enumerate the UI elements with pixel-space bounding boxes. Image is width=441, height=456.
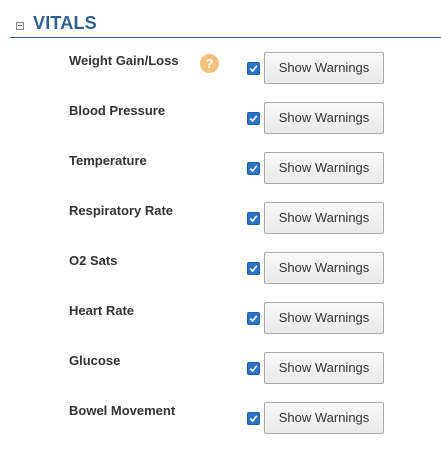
checkmark-icon (249, 115, 258, 123)
vital-label: O2 Sats (69, 253, 118, 268)
show-warnings-button[interactable]: Show Warnings (264, 152, 384, 184)
vitals-section-header: VITALS (10, 8, 441, 38)
show-warnings-button[interactable]: Show Warnings (264, 102, 384, 134)
show-warnings-button[interactable]: Show Warnings (264, 402, 384, 434)
checkmark-icon (249, 265, 258, 273)
vital-row-glucose: Glucose Show Warnings (0, 351, 441, 389)
vital-label: Blood Pressure (69, 103, 166, 118)
show-warnings-checkbox[interactable] (247, 412, 260, 425)
checkmark-icon (249, 165, 258, 173)
show-warnings-checkbox[interactable] (247, 112, 260, 125)
show-warnings-button[interactable]: Show Warnings (264, 352, 384, 384)
vital-label: Respiratory Rate (69, 203, 174, 218)
section-title: VITALS (33, 13, 97, 33)
vital-label: Heart Rate (69, 303, 135, 318)
checkmark-icon (249, 415, 258, 423)
checkmark-icon (249, 365, 258, 373)
show-warnings-button[interactable]: Show Warnings (264, 302, 384, 334)
show-warnings-checkbox[interactable] (247, 362, 260, 375)
vital-label: Bowel Movement (69, 403, 176, 418)
checkmark-icon (249, 315, 258, 323)
vital-row-temperature: Temperature Show Warnings (0, 151, 441, 189)
vital-row-o2-sats: O2 Sats Show Warnings (0, 251, 441, 289)
vital-row-blood-pressure: Blood Pressure Show Warnings (0, 101, 441, 139)
vital-row-heart-rate: Heart Rate Show Warnings (0, 301, 441, 339)
show-warnings-checkbox[interactable] (247, 62, 260, 75)
show-warnings-checkbox[interactable] (247, 312, 260, 325)
help-question-icon[interactable]: ? (200, 54, 219, 73)
vital-label: Weight Gain/Loss (69, 53, 179, 68)
collapse-minus-icon[interactable] (16, 22, 24, 30)
show-warnings-checkbox[interactable] (247, 262, 260, 275)
show-warnings-button[interactable]: Show Warnings (264, 252, 384, 284)
show-warnings-button[interactable]: Show Warnings (264, 202, 384, 234)
vital-row-bowel-movement: Bowel Movement Show Warnings (0, 401, 441, 439)
vital-label: Temperature (69, 153, 147, 168)
checkmark-icon (249, 65, 258, 73)
show-warnings-checkbox[interactable] (247, 212, 260, 225)
show-warnings-checkbox[interactable] (247, 162, 260, 175)
checkmark-icon (249, 215, 258, 223)
show-warnings-button[interactable]: Show Warnings (264, 52, 384, 84)
vital-row-respiratory-rate: Respiratory Rate Show Warnings (0, 201, 441, 239)
vital-label: Glucose (69, 353, 121, 368)
vital-row-weight-gain-loss: Weight Gain/Loss ? Show Warnings (0, 51, 441, 89)
